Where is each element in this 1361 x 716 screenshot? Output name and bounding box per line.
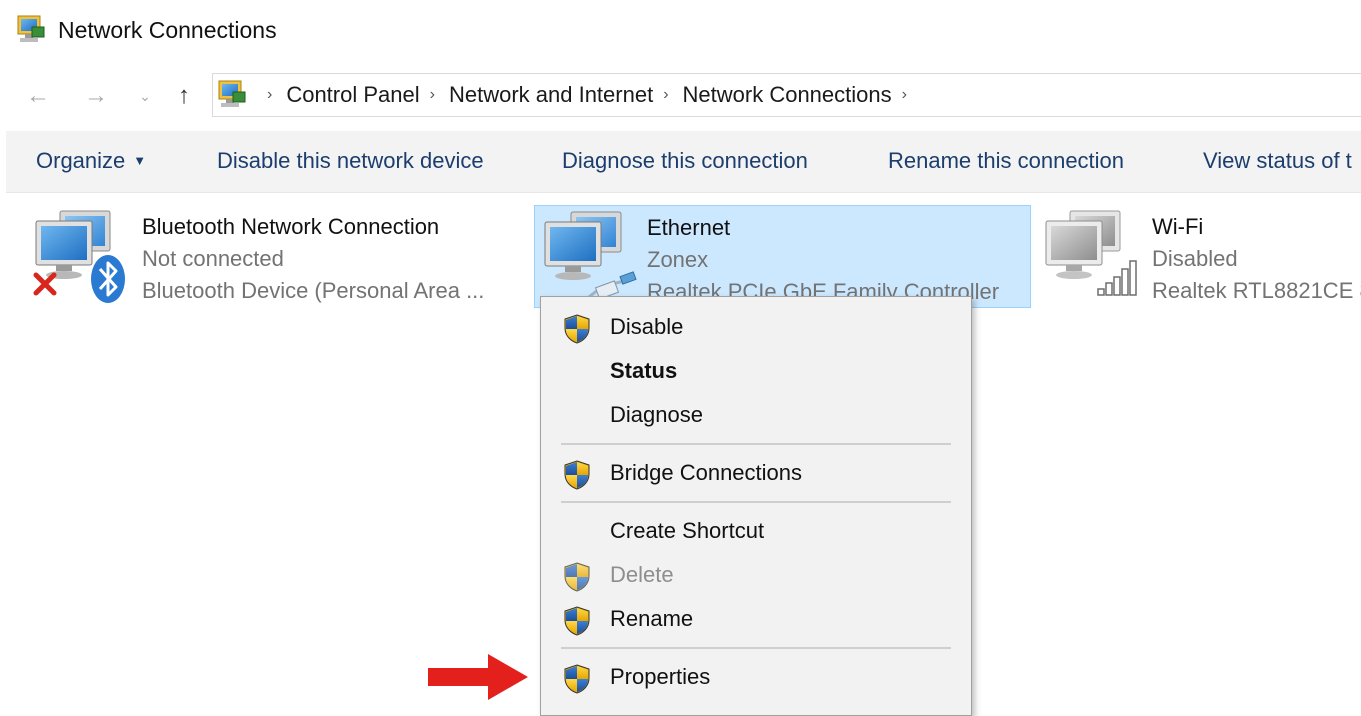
chevron-down-icon[interactable]: ⌄ xyxy=(135,80,155,112)
breadcrumb-network-connections[interactable]: Network Connections xyxy=(683,82,892,108)
window-title: Network Connections xyxy=(58,17,277,43)
menu-item-label: Bridge Connections xyxy=(610,460,803,485)
chevron-right-icon[interactable]: › xyxy=(430,86,435,104)
menu-item-delete[interactable]: Delete xyxy=(541,555,971,595)
chevron-right-icon[interactable]: › xyxy=(663,86,668,104)
menu-separator xyxy=(561,501,951,503)
view-status-button[interactable]: View status of t xyxy=(1203,148,1352,174)
menu-item-bridge-connections[interactable]: Bridge Connections xyxy=(541,453,971,493)
disable-device-button[interactable]: Disable this network device xyxy=(217,148,484,174)
connection-name: Bluetooth Network Connection xyxy=(142,214,440,239)
connection-status: Zonex xyxy=(647,247,709,272)
uac-shield-icon xyxy=(564,664,590,694)
menu-separator xyxy=(561,443,951,445)
connection-item-ethernet[interactable]: Ethernet Zonex Realtek PCIe GbE Family C… xyxy=(534,205,1031,308)
connection-status: Disabled xyxy=(1152,246,1238,271)
breadcrumb-control-panel[interactable]: Control Panel xyxy=(286,82,419,108)
connection-device: Realtek RTL8821CE 8 xyxy=(1152,278,1361,303)
menu-item-create-shortcut[interactable]: Create Shortcut xyxy=(541,511,971,551)
breadcrumb-network-and-internet[interactable]: Network and Internet xyxy=(449,82,653,108)
title-bar: Network Connections xyxy=(0,0,1361,62)
chevron-right-icon[interactable]: › xyxy=(902,86,907,104)
bluetooth-network-icon xyxy=(33,210,125,303)
menu-item-rename[interactable]: Rename xyxy=(541,599,971,639)
connection-device: Bluetooth Device (Personal Area ... xyxy=(142,278,485,303)
rename-connection-button[interactable]: Rename this connection xyxy=(888,148,1124,174)
network-connections-icon xyxy=(218,80,246,107)
menu-item-label: Diagnose xyxy=(610,402,703,427)
menu-item-label: Properties xyxy=(610,664,711,689)
connection-name: Ethernet xyxy=(647,215,731,240)
uac-shield-icon xyxy=(564,314,590,344)
context-menu: Disable Status Diagnose Bridge Connectio… xyxy=(540,296,972,716)
connection-item-bluetooth[interactable]: Bluetooth Network Connection Not connect… xyxy=(30,205,500,308)
command-bar: Organize ▼ Disable this network device Di… xyxy=(6,131,1361,193)
menu-item-label: Disable xyxy=(610,314,684,339)
organize-label: Organize xyxy=(36,148,126,173)
arrow-right-icon[interactable]: → xyxy=(80,80,112,112)
menu-item-properties[interactable]: Properties xyxy=(541,657,971,697)
arrow-up-icon[interactable]: ↑ xyxy=(168,80,200,112)
menu-item-label: Status xyxy=(610,358,678,383)
wifi-network-icon xyxy=(1045,210,1137,296)
uac-shield-icon xyxy=(564,562,590,592)
bluetooth-icon xyxy=(91,255,125,303)
menu-item-label: Rename xyxy=(610,606,694,631)
menu-item-diagnose[interactable]: Diagnose xyxy=(541,395,971,435)
signal-bars-icon xyxy=(1097,260,1137,296)
annotation-arrow-icon xyxy=(428,654,528,700)
menu-item-label: Delete xyxy=(610,562,674,587)
menu-item-disable[interactable]: Disable xyxy=(541,307,971,347)
caret-down-icon: ▼ xyxy=(133,153,147,168)
ethernet-network-icon xyxy=(544,211,637,302)
organize-button[interactable]: Organize ▼ xyxy=(36,148,146,174)
chevron-right-icon[interactable]: › xyxy=(267,86,272,104)
arrow-left-icon[interactable]: ← xyxy=(22,80,54,112)
connection-item-wifi[interactable]: Wi-Fi Disabled Realtek RTL8821CE 8 xyxy=(1040,205,1361,308)
connection-name: Wi-Fi xyxy=(1152,214,1204,239)
address-bar[interactable]: › Control Panel › Network and Internet ›… xyxy=(212,73,1361,117)
diagnose-connection-button[interactable]: Diagnose this connection xyxy=(562,148,808,174)
menu-item-label: Create Shortcut xyxy=(610,518,765,543)
uac-shield-icon xyxy=(564,460,590,490)
menu-separator xyxy=(561,647,951,649)
connection-status: Not connected xyxy=(142,246,284,271)
network-connections-icon xyxy=(17,15,45,42)
red-x-icon xyxy=(33,272,57,296)
uac-shield-icon xyxy=(564,606,590,636)
menu-item-status[interactable]: Status xyxy=(541,351,971,391)
